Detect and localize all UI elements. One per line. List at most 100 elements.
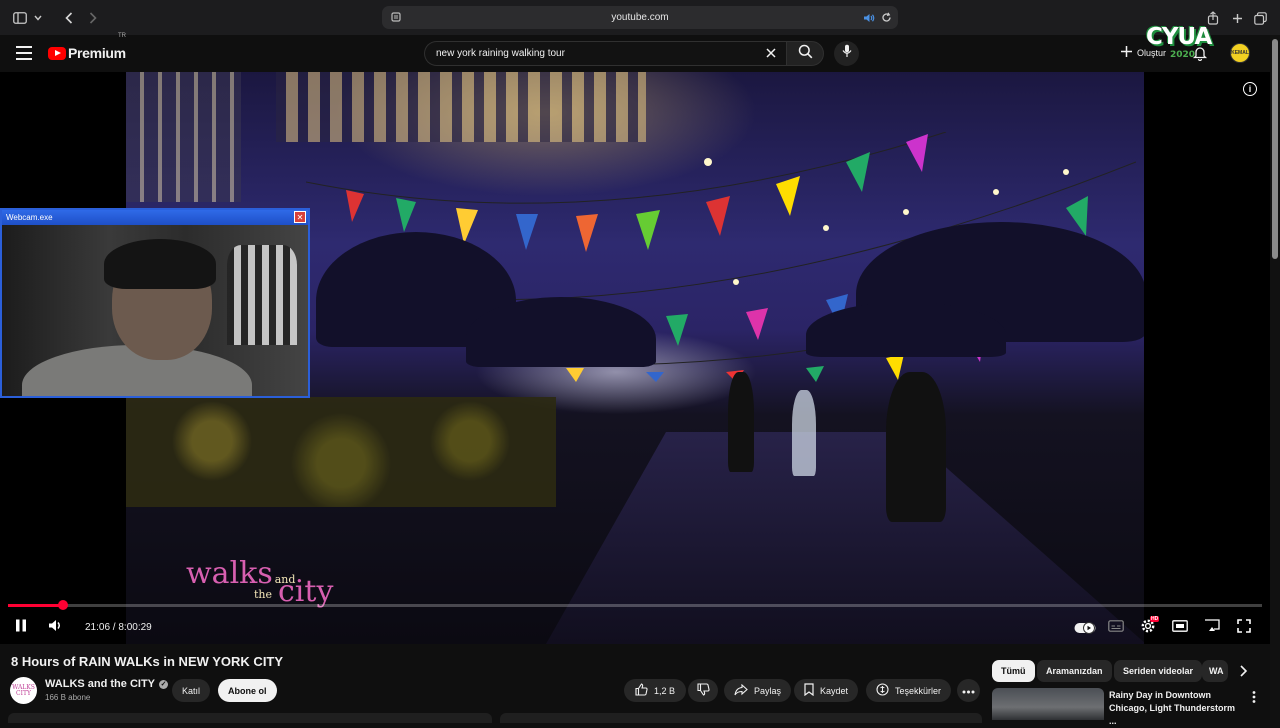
miniplayer-icon — [1172, 619, 1188, 637]
page-scrollbar[interactable] — [1270, 35, 1280, 720]
comments-panel[interactable] — [500, 713, 982, 723]
mute-button[interactable] — [45, 618, 65, 638]
subtitles-icon — [1108, 619, 1124, 637]
thumbs-up-icon — [635, 683, 648, 698]
subscribe-label: Abone ol — [228, 685, 267, 696]
channel-avatar[interactable]: WALKS CITY — [10, 677, 37, 704]
like-button[interactable]: 1,2 B — [624, 679, 686, 702]
webcam-window[interactable]: Webcam.exe ✕ — [0, 208, 310, 398]
reload-icon[interactable] — [881, 10, 892, 28]
watermark-the: the — [254, 588, 273, 601]
join-label: Katıl — [182, 685, 201, 696]
bookmark-icon — [804, 683, 814, 698]
audio-playing-icon[interactable] — [863, 10, 875, 28]
save-button[interactable]: Kaydet — [794, 679, 859, 702]
webcam-titlebar[interactable]: Webcam.exe ✕ — [2, 210, 308, 225]
youtube-header: Premium TR new york raining walking tour… — [0, 33, 1270, 72]
cast-button[interactable] — [1202, 618, 1222, 638]
account-avatar[interactable]: KEMAL — [1230, 43, 1250, 63]
share-label: Paylaş — [754, 685, 782, 696]
volume-icon — [48, 619, 63, 637]
chip-all[interactable]: Tümü — [992, 660, 1035, 682]
chip-from-search[interactable]: Aramanızdan — [1037, 660, 1112, 682]
building-left — [126, 72, 241, 202]
super-thanks-icon — [876, 683, 889, 698]
streamer-hair — [104, 239, 216, 289]
search-button[interactable] — [786, 41, 824, 66]
chevron-right-icon[interactable] — [1236, 664, 1250, 678]
miniplayer-button[interactable] — [1170, 618, 1190, 638]
chip-series[interactable]: Seriden videolar — [1114, 660, 1203, 682]
time-display: 21:06 / 8:00:29 — [85, 622, 152, 633]
share-arrow-icon — [734, 683, 748, 698]
new-tab-icon[interactable] — [1229, 8, 1245, 28]
channel-name[interactable]: WALKS and the CITY ✓ — [45, 678, 168, 690]
tab-overview-icon[interactable] — [1252, 8, 1268, 28]
pedestrian — [728, 372, 754, 472]
thanks-label: Teşekkürler — [895, 685, 942, 696]
webcam-close-button[interactable]: ✕ — [294, 211, 306, 223]
hd-badge: HD — [1150, 616, 1160, 622]
youtube-logo-icon — [48, 46, 66, 60]
seated-person — [886, 372, 946, 522]
fullscreen-icon — [1237, 618, 1251, 638]
join-button[interactable]: Katıl — [172, 679, 211, 702]
back-icon[interactable] — [62, 8, 76, 28]
progress-bar[interactable] — [8, 600, 1262, 610]
chip-channel[interactable]: WA — [1202, 660, 1228, 682]
hedge — [126, 397, 556, 507]
youtube-premium-logo[interactable]: Premium — [48, 45, 126, 61]
cast-icon — [1204, 619, 1220, 637]
verified-check-icon: ✓ — [159, 679, 168, 689]
channel-watermark: walks and the city — [186, 556, 333, 609]
url-text: youtube.com — [611, 12, 669, 23]
pause-icon — [15, 619, 27, 637]
settings-button[interactable]: HD — [1138, 616, 1160, 638]
autoplay-toggle[interactable] — [1074, 618, 1096, 638]
voice-search-button[interactable] — [834, 41, 859, 66]
forward-icon[interactable] — [86, 8, 100, 28]
subtitles-button[interactable] — [1106, 618, 1126, 638]
pause-button[interactable] — [11, 618, 31, 638]
search-icon — [798, 44, 813, 64]
fullscreen-button[interactable] — [1234, 618, 1254, 638]
browser-toolbar: youtube.com — [0, 0, 1280, 35]
search-query: new york raining walking tour — [436, 48, 565, 59]
subscribe-button[interactable]: Abone ol — [218, 679, 277, 702]
clear-search-icon[interactable] — [764, 46, 778, 60]
thanks-button[interactable]: Teşekkürler — [866, 679, 952, 702]
save-label: Kaydet — [820, 685, 849, 696]
like-count: 1,2 B — [653, 685, 675, 696]
sidebar-toggle-icon[interactable] — [12, 8, 28, 28]
chevron-down-icon[interactable] — [32, 8, 44, 28]
player-controls: 21:06 / 8:00:29 HD — [0, 612, 1270, 644]
page-settings-icon[interactable] — [389, 10, 403, 24]
webcam-feed — [2, 225, 308, 396]
more-vertical-icon[interactable] — [1248, 690, 1260, 704]
description-panel[interactable] — [8, 713, 492, 723]
channel-name-text: WALKS and the CITY — [45, 678, 155, 690]
scrollbar-thumb[interactable] — [1272, 39, 1278, 259]
webcam-title: Webcam.exe — [6, 213, 53, 222]
overlay-brand-year: 2020 — [1170, 50, 1196, 60]
overlay-brand: CYUA — [1146, 24, 1212, 50]
striped-shirt — [227, 245, 297, 345]
info-icon[interactable]: i — [1243, 82, 1257, 96]
recommendation-title[interactable]: Rainy Day in Downtown Chicago, Light Thu… — [1109, 689, 1244, 728]
search-input[interactable]: new york raining walking tour — [424, 41, 786, 66]
subscriber-count: 166 B abone — [45, 693, 91, 702]
scrubber-handle[interactable] — [58, 600, 68, 610]
logo-text: Premium — [68, 45, 126, 61]
more-actions-button[interactable] — [957, 679, 980, 702]
progress-played — [8, 604, 63, 607]
more-horizontal-icon — [962, 686, 975, 696]
menu-icon[interactable] — [16, 46, 32, 60]
stream-overlay-logo: CYUA 2020 — [1146, 24, 1212, 60]
thumbs-down-icon — [696, 683, 710, 698]
watermark-walks: walks — [186, 556, 273, 591]
dislike-button[interactable] — [688, 679, 718, 702]
microphone-icon — [842, 44, 852, 63]
share-button[interactable]: Paylaş — [724, 679, 792, 702]
recommendation-thumbnail[interactable] — [992, 688, 1104, 720]
address-bar[interactable]: youtube.com — [382, 6, 898, 29]
